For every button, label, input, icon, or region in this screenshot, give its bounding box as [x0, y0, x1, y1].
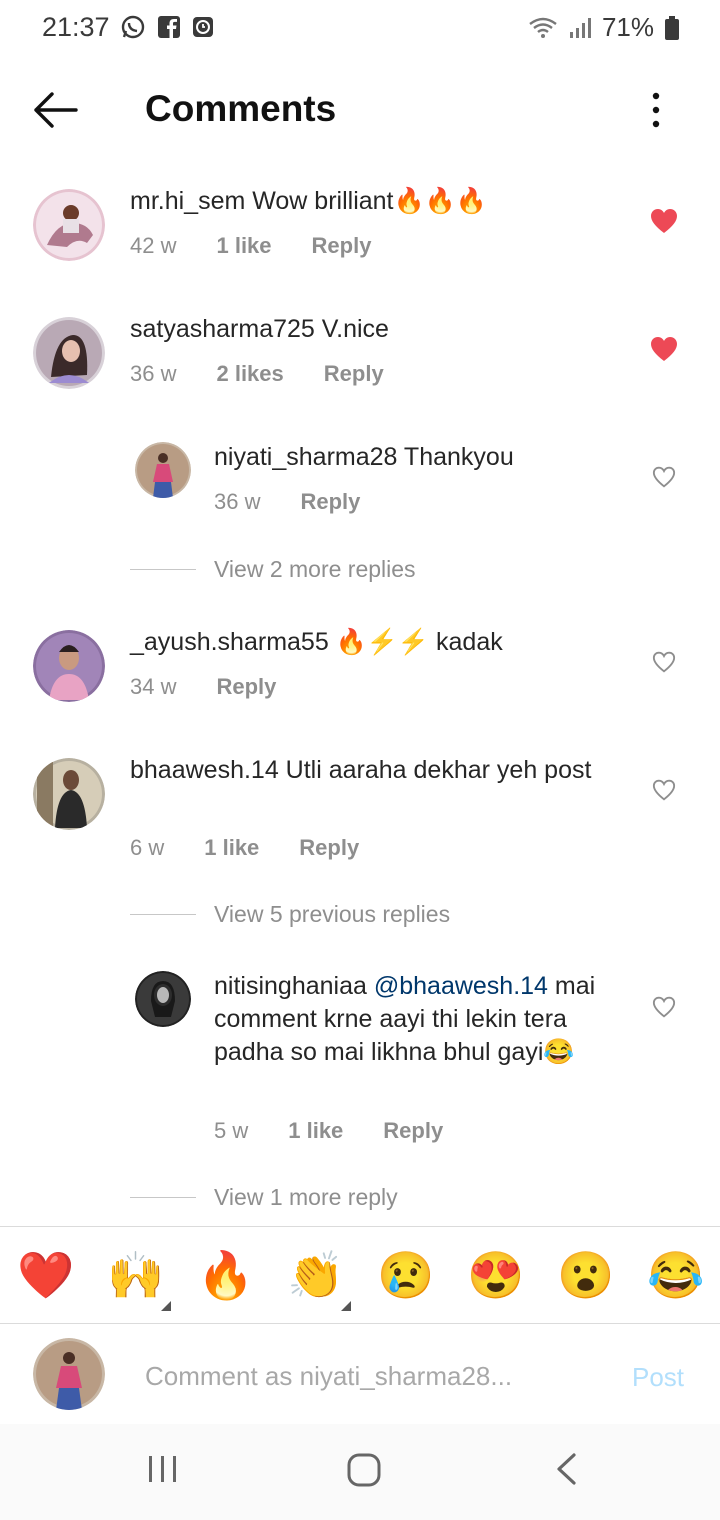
comment-body: _ayush.sharma55 🔥⚡⚡ kadak: [130, 626, 620, 659]
status-time: 21:37: [42, 12, 110, 42]
comment-username[interactable]: nitisinghaniaa: [214, 972, 367, 1000]
view-more-replies[interactable]: View 1 more reply: [130, 1184, 398, 1211]
liked-heart-icon[interactable]: [650, 208, 678, 234]
avatar[interactable]: [135, 971, 191, 1027]
comment-body: niyati_sharma28 Thankyou: [214, 441, 624, 474]
heart-outline-icon[interactable]: [652, 779, 676, 801]
wifi-icon: [529, 17, 557, 38]
comment-content: V.nice: [314, 315, 389, 343]
comment-mention[interactable]: @bhaawesh.14: [367, 972, 548, 1000]
comment-time: 36 w: [214, 489, 261, 514]
battery-icon: [665, 15, 679, 40]
clock-app-icon: [193, 17, 213, 37]
more-options-icon[interactable]: [640, 88, 672, 132]
emoji-tears-of-joy[interactable]: 😂: [647, 1247, 704, 1303]
comment-username[interactable]: _ayush.sharma55: [130, 628, 329, 656]
reply-button[interactable]: Reply: [324, 361, 384, 387]
page-title: Comments: [145, 88, 337, 129]
comment-meta: 36 w 2 likes Reply: [130, 361, 384, 387]
comment-time: 42 w: [130, 233, 177, 258]
comment-body: nitisinghaniaa @bhaawesh.14 mai comment …: [214, 970, 624, 1069]
comment-input-row: Post: [0, 1324, 720, 1424]
view-more-replies[interactable]: View 2 more replies: [130, 556, 416, 583]
avatar[interactable]: [33, 758, 105, 830]
emoji-clapping-hands[interactable]: 👏: [287, 1247, 344, 1303]
home-icon[interactable]: [346, 1452, 382, 1488]
comment-content: Thankyou: [397, 443, 514, 471]
reply-button[interactable]: Reply: [383, 1118, 443, 1144]
header: Comments: [0, 70, 720, 150]
comment-meta: 36 w Reply: [214, 489, 360, 515]
reply-button[interactable]: Reply: [300, 489, 360, 515]
comment-body: bhaawesh.14 Utli aaraha dekhar yeh post: [130, 754, 620, 787]
emoji-heart-eyes[interactable]: 😍: [467, 1247, 524, 1303]
emoji-open-mouth[interactable]: 😮: [557, 1247, 614, 1303]
recent-apps-icon[interactable]: [146, 1452, 180, 1486]
divider-line: [130, 569, 196, 570]
comment-body: mr.hi_sem Wow brilliant🔥🔥🔥: [130, 185, 620, 218]
comment-content: 🔥⚡⚡ kadak: [328, 628, 503, 656]
emoji-heart[interactable]: ❤️: [17, 1247, 74, 1303]
skin-tone-indicator: [161, 1301, 171, 1311]
comment-likes[interactable]: 1 like: [216, 233, 271, 259]
system-nav-bar: [0, 1424, 720, 1520]
reply-button[interactable]: Reply: [312, 233, 372, 259]
status-right-icons: 71%: [528, 12, 680, 43]
emoji-quick-bar: ❤️ 🙌 🔥 👏 😢 😍 😮 😂: [0, 1226, 720, 1324]
facebook-icon: [158, 16, 180, 40]
avatar[interactable]: [33, 630, 105, 702]
nav-back-icon[interactable]: [552, 1452, 580, 1486]
comment-username[interactable]: bhaawesh.14: [130, 756, 279, 784]
liked-heart-icon[interactable]: [650, 336, 678, 362]
avatar[interactable]: [135, 442, 191, 498]
comment-time: 5 w: [214, 1118, 249, 1143]
view-more-label: View 2 more replies: [214, 556, 416, 582]
comment-likes[interactable]: 2 likes: [216, 361, 283, 387]
battery-percent: 71%: [601, 12, 654, 42]
comment-meta: 34 w Reply: [130, 674, 276, 700]
avatar[interactable]: [33, 317, 105, 389]
comment-username[interactable]: satyasharma725: [130, 315, 315, 343]
emoji-fire[interactable]: 🔥: [197, 1247, 254, 1303]
comment-meta: 6 w 1 like Reply: [130, 835, 359, 861]
comment-time: 34 w: [130, 674, 177, 699]
reply-button[interactable]: Reply: [299, 835, 359, 861]
view-more-label: View 1 more reply: [214, 1184, 398, 1210]
avatar[interactable]: [33, 189, 105, 261]
heart-outline-icon[interactable]: [652, 996, 676, 1018]
comment-username[interactable]: mr.hi_sem: [130, 187, 245, 215]
emoji-crying-face[interactable]: 😢: [377, 1247, 434, 1303]
reply-button[interactable]: Reply: [216, 674, 276, 700]
view-more-label: View 5 previous replies: [214, 901, 451, 927]
comment-username[interactable]: niyati_sharma28: [214, 443, 397, 471]
view-previous-replies[interactable]: View 5 previous replies: [130, 901, 450, 928]
status-bar: 21:37 71%: [0, 0, 720, 56]
divider-line: [130, 1197, 196, 1198]
heart-outline-icon[interactable]: [652, 651, 676, 673]
whatsapp-icon: [121, 15, 145, 39]
emoji-raising-hands[interactable]: 🙌: [107, 1247, 164, 1303]
signal-icon: [569, 17, 591, 38]
back-arrow-icon[interactable]: [30, 88, 82, 132]
comment-time: 6 w: [130, 835, 165, 860]
comment-meta: 5 w 1 like Reply: [214, 1118, 443, 1144]
comment-input[interactable]: [145, 1358, 615, 1394]
comment-time: 36 w: [130, 361, 177, 386]
heart-outline-icon[interactable]: [652, 466, 676, 488]
comment-content: Wow brilliant🔥🔥🔥: [245, 187, 487, 215]
comment-meta: 42 w 1 like Reply: [130, 233, 371, 259]
comment-likes[interactable]: 1 like: [204, 835, 259, 861]
comment-likes[interactable]: 1 like: [288, 1118, 343, 1144]
comment-content: Utli aaraha dekhar yeh post: [278, 756, 592, 784]
divider-line: [130, 914, 196, 915]
current-user-avatar: [33, 1338, 105, 1410]
post-button[interactable]: Post: [632, 1362, 684, 1393]
skin-tone-indicator: [341, 1301, 351, 1311]
comment-body: satyasharma725 V.nice: [130, 313, 620, 346]
